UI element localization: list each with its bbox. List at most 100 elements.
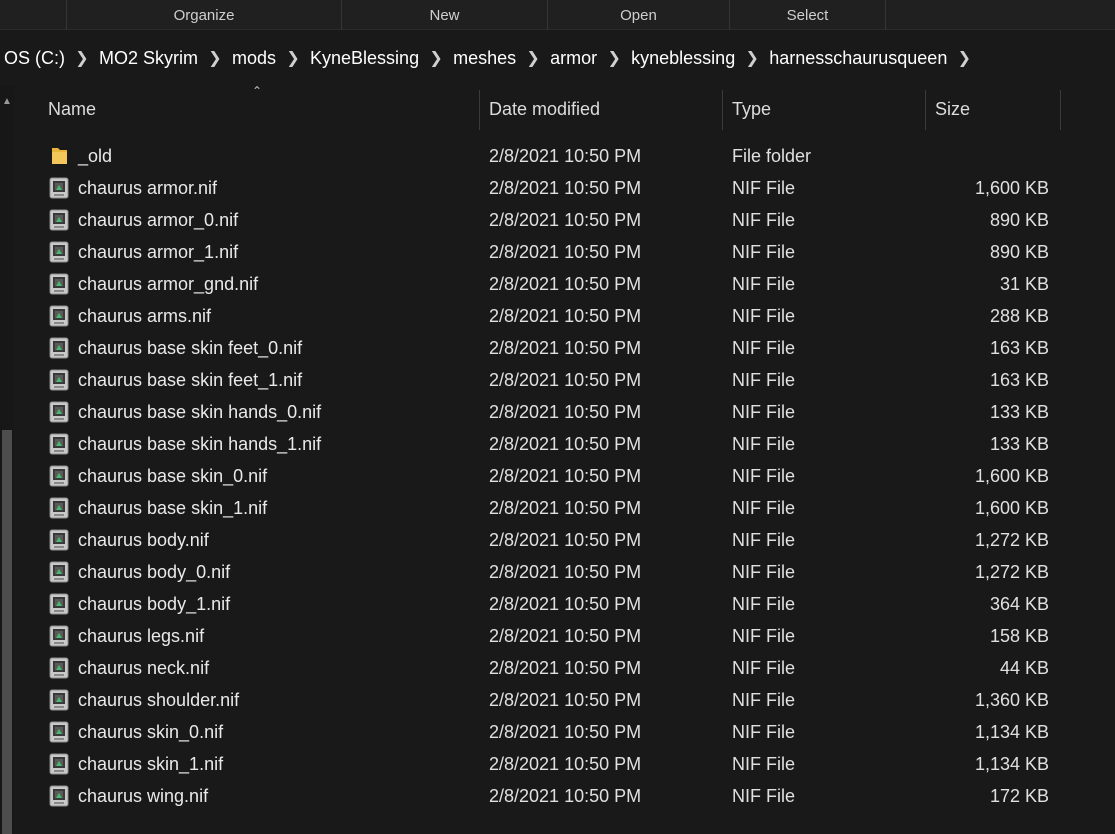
nif-file-icon [48, 721, 70, 743]
table-row[interactable]: _old 2/8/2021 10:50 PM File folder [22, 140, 1115, 172]
breadcrumb-item[interactable]: MO2 Skyrim [99, 48, 198, 69]
breadcrumb-item[interactable]: kyneblessing [631, 48, 735, 69]
breadcrumb-item[interactable]: meshes [453, 48, 516, 69]
nif-file-icon [48, 529, 70, 551]
file-date-cell: 2/8/2021 10:50 PM [489, 145, 642, 166]
file-name-cell[interactable]: chaurus armor_1.nif [48, 236, 478, 268]
file-type-cell: NIF File [732, 657, 795, 678]
chevron-right-icon[interactable]: ❯ [419, 48, 453, 68]
file-type-cell: NIF File [732, 529, 795, 550]
file-type-cell: NIF File [732, 497, 795, 518]
nif-file-icon [48, 433, 70, 455]
file-name: chaurus neck.nif [78, 657, 210, 678]
chevron-right-icon[interactable]: ❯ [735, 48, 769, 68]
table-row[interactable]: chaurus base skin_1.nif 2/8/2021 10:50 PM… [22, 492, 1115, 524]
nif-file-icon [48, 369, 70, 391]
file-size-cell: 172 KB [989, 785, 1049, 806]
file-name: chaurus shoulder.nif [78, 689, 240, 710]
file-name-cell[interactable]: _old [48, 140, 478, 172]
table-row[interactable]: chaurus base skin_0.nif 2/8/2021 10:50 PM… [22, 460, 1115, 492]
column-header-name[interactable]: Name [40, 86, 480, 132]
table-row[interactable]: chaurus armor.nif 2/8/2021 10:50 PM NIF Fi… [22, 172, 1115, 204]
file-name-cell[interactable]: chaurus arms.nif [48, 300, 478, 332]
table-row[interactable]: chaurus base skin feet_0.nif 2/8/2021 10:… [22, 332, 1115, 364]
table-row[interactable]: chaurus base skin feet_1.nif 2/8/2021 10:… [22, 364, 1115, 396]
table-row[interactable]: chaurus shoulder.nif 2/8/2021 10:50 PM NIF… [22, 684, 1115, 716]
column-divider[interactable] [1060, 90, 1061, 130]
chevron-right-icon[interactable]: ❯ [65, 48, 99, 68]
file-size-cell: 1,600 KB [974, 465, 1049, 486]
file-type-cell: NIF File [732, 625, 795, 646]
column-header-type[interactable]: Type [724, 86, 926, 132]
chevron-right-icon[interactable]: ❯ [597, 48, 631, 68]
ribbon-group-new[interactable]: New [341, 0, 547, 30]
breadcrumb-item[interactable]: OS (C:) [4, 48, 65, 69]
file-size-cell: 133 KB [989, 433, 1049, 454]
table-row[interactable]: chaurus arms.nif 2/8/2021 10:50 PM NIF Fil… [22, 300, 1115, 332]
column-headers: ⌃ Name Date modified Type Size [22, 84, 1115, 132]
file-name-cell[interactable]: chaurus body.nif [48, 524, 478, 556]
chevron-right-icon[interactable]: ❯ [947, 48, 981, 68]
file-name-cell[interactable]: chaurus skin_1.nif [48, 748, 478, 780]
ribbon-group-open[interactable]: Open [547, 0, 729, 30]
ribbon-bar: Organize New Open Select [0, 0, 1115, 30]
chevron-right-icon[interactable]: ❯ [198, 48, 232, 68]
file-size-cell: 31 KB [999, 273, 1049, 294]
column-divider[interactable] [925, 90, 926, 130]
breadcrumb-item[interactable]: armor [550, 48, 597, 69]
table-row[interactable]: chaurus neck.nif 2/8/2021 10:50 PM NIF Fil… [22, 652, 1115, 684]
file-type-cell: NIF File [732, 721, 795, 742]
file-name-cell[interactable]: chaurus base skin_0.nif [48, 460, 478, 492]
breadcrumb-item[interactable]: KyneBlessing [310, 48, 419, 69]
table-row[interactable]: chaurus body.nif 2/8/2021 10:50 PM NIF Fil… [22, 524, 1115, 556]
chevron-right-icon[interactable]: ❯ [516, 48, 550, 68]
table-row[interactable]: chaurus armor_0.nif 2/8/2021 10:50 PM NIF … [22, 204, 1115, 236]
file-name-cell[interactable]: chaurus base skin feet_1.nif [48, 364, 478, 396]
table-row[interactable]: chaurus base skin hands_1.nif 2/8/2021 10… [22, 428, 1115, 460]
ribbon-group-organize[interactable]: Organize [66, 0, 341, 30]
column-divider[interactable] [479, 90, 480, 130]
breadcrumb-item[interactable]: harnesschaurusqueen [769, 48, 947, 69]
table-row[interactable]: chaurus skin_0.nif 2/8/2021 10:50 PM NIF F… [22, 716, 1115, 748]
file-name-cell[interactable]: chaurus base skin feet_0.nif [48, 332, 478, 364]
file-name-cell[interactable]: chaurus shoulder.nif [48, 684, 478, 716]
scroll-up-arrow-icon[interactable]: ▲ [0, 94, 14, 108]
file-date-cell: 2/8/2021 10:50 PM [489, 433, 642, 454]
file-name-cell[interactable]: chaurus body_0.nif [48, 556, 478, 588]
chevron-right-icon[interactable]: ❯ [276, 48, 310, 68]
vertical-scrollbar[interactable]: ▲ [0, 86, 14, 834]
file-name-cell[interactable]: chaurus wing.nif [48, 780, 478, 812]
file-type-cell: NIF File [732, 273, 795, 294]
column-header-size[interactable]: Size [927, 86, 1061, 132]
file-name-cell[interactable]: chaurus legs.nif [48, 620, 478, 652]
file-name-cell[interactable]: chaurus base skin hands_1.nif [48, 428, 478, 460]
breadcrumb[interactable]: OS (C:) ❯ MO2 Skyrim ❯ mods ❯ KyneBlessi… [0, 30, 1115, 86]
table-row[interactable]: chaurus armor_1.nif 2/8/2021 10:50 PM NIF … [22, 236, 1115, 268]
table-row[interactable]: chaurus skin_1.nif 2/8/2021 10:50 PM NIF F… [22, 748, 1115, 780]
nif-file-icon [48, 305, 70, 327]
scrollbar-thumb[interactable] [2, 430, 12, 834]
file-name-cell[interactable]: chaurus body_1.nif [48, 588, 478, 620]
file-name-cell[interactable]: chaurus base skin hands_0.nif [48, 396, 478, 428]
file-type-cell: File folder [732, 145, 812, 166]
file-name-cell[interactable]: chaurus base skin_1.nif [48, 492, 478, 524]
file-name-cell[interactable]: chaurus skin_0.nif [48, 716, 478, 748]
breadcrumb-item[interactable]: mods [232, 48, 276, 69]
file-date-cell: 2/8/2021 10:50 PM [489, 689, 642, 710]
file-name: chaurus body_0.nif [78, 561, 231, 582]
file-size-cell: 158 KB [989, 625, 1049, 646]
table-row[interactable]: chaurus body_0.nif 2/8/2021 10:50 PM NIF F… [22, 556, 1115, 588]
file-name-cell[interactable]: chaurus armor_gnd.nif [48, 268, 478, 300]
table-row[interactable]: chaurus legs.nif 2/8/2021 10:50 PM NIF Fil… [22, 620, 1115, 652]
file-name-cell[interactable]: chaurus armor.nif [48, 172, 478, 204]
table-row[interactable]: chaurus armor_gnd.nif 2/8/2021 10:50 PM NI… [22, 268, 1115, 300]
table-row[interactable]: chaurus wing.nif 2/8/2021 10:50 PM NIF Fil… [22, 780, 1115, 812]
table-row[interactable]: chaurus body_1.nif 2/8/2021 10:50 PM NIF F… [22, 588, 1115, 620]
column-divider[interactable] [722, 90, 723, 130]
table-row[interactable]: chaurus base skin hands_0.nif 2/8/2021 10… [22, 396, 1115, 428]
file-size-cell: 364 KB [989, 593, 1049, 614]
column-header-date[interactable]: Date modified [481, 86, 723, 132]
ribbon-group-select[interactable]: Select [729, 0, 886, 30]
file-name-cell[interactable]: chaurus neck.nif [48, 652, 478, 684]
file-name-cell[interactable]: chaurus armor_0.nif [48, 204, 478, 236]
